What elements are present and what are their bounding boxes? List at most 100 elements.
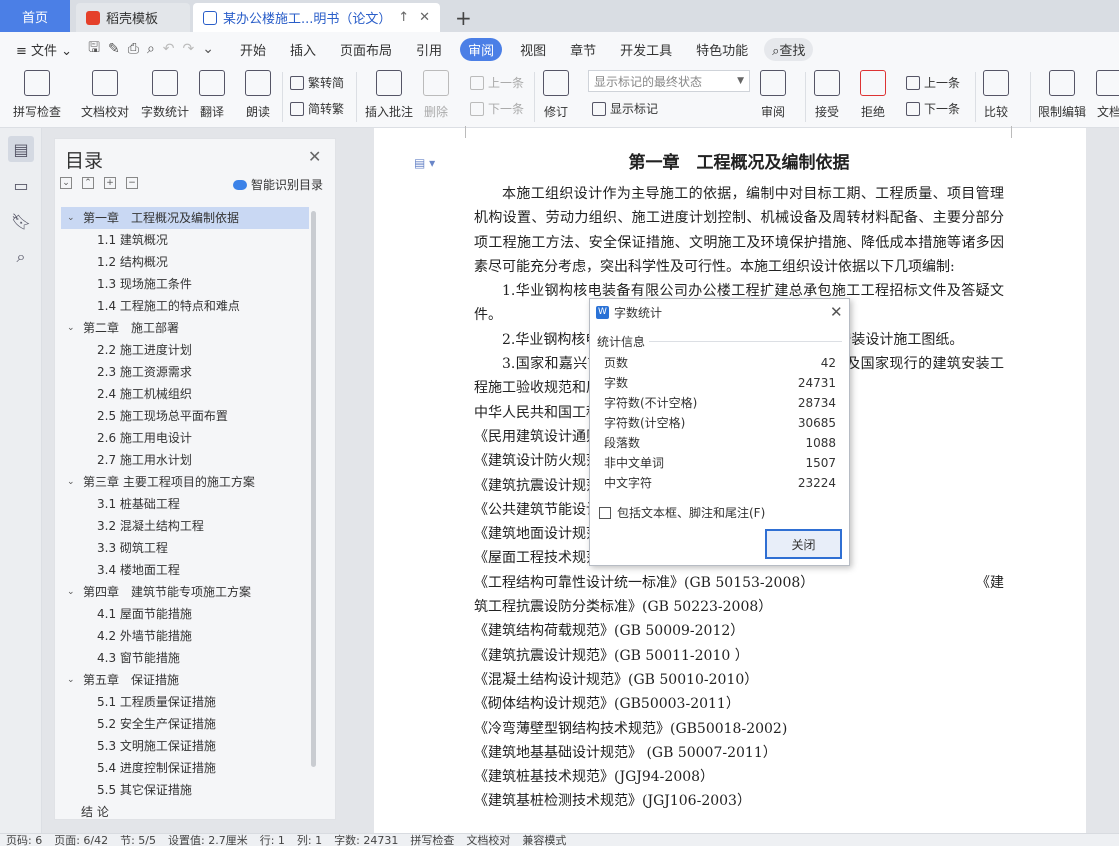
tab-close-icon[interactable]: ✕	[419, 10, 430, 25]
simp-to-trad-button[interactable]: 简转繁	[290, 100, 344, 117]
toc-section-item[interactable]: 4.1 屋面节能措施	[61, 603, 309, 625]
print-preview-icon[interactable]: ⌕	[143, 41, 159, 57]
toc-section-item[interactable]: 1.1 建筑概况	[61, 229, 309, 251]
undo-icon[interactable]: ↶	[159, 41, 179, 57]
toc-section-item[interactable]: 1.2 结构概况	[61, 251, 309, 273]
chevron-down-icon[interactable]: ⌄	[67, 669, 77, 691]
insert-comment-button[interactable]: 插入批注	[365, 70, 413, 120]
toc-section-item[interactable]: 2.5 施工现场总平面布置	[61, 405, 309, 427]
toc-panel-icon[interactable]: ▤	[8, 136, 34, 162]
include-textbox-checkbox[interactable]: 包括文本框、脚注和尾注(F)	[599, 504, 765, 521]
trad-to-simp-button[interactable]: 繁转简	[290, 74, 344, 91]
status-item[interactable]: 设置值: 2.7厘米	[162, 834, 254, 846]
toc-scrollbar[interactable]	[311, 211, 316, 767]
quick-access-dropdown-icon[interactable]: ⌄	[198, 41, 218, 57]
delete-comment-button[interactable]: 删除	[423, 70, 449, 120]
toc-section-item[interactable]: 2.7 施工用水计划	[61, 449, 309, 471]
menu-review[interactable]: 审阅	[460, 37, 503, 61]
restrict-edit-button[interactable]: 限制编辑	[1038, 70, 1086, 120]
chevron-down-icon[interactable]: ⌄	[67, 581, 77, 603]
expand-all-icon[interactable]: ⌃	[82, 177, 94, 189]
menu-view[interactable]: 视图	[508, 40, 558, 59]
toc-section-item[interactable]: 2.3 施工资源需求	[61, 361, 309, 383]
toc-section-item[interactable]: 5.3 文明施工保证措施	[61, 735, 309, 757]
toc-chapter-item[interactable]: ⌄ 第一章 工程概况及编制依据	[61, 207, 309, 229]
search-button[interactable]: ⌕查找	[764, 37, 814, 61]
doc-check-button[interactable]: 文档校对	[81, 70, 129, 120]
menu-layout[interactable]: 页面布局	[328, 40, 404, 59]
spell-check-button[interactable]: 拼写检查	[13, 70, 61, 120]
read-aloud-button[interactable]: 朗读	[245, 70, 271, 120]
accept-button[interactable]: 接受	[814, 70, 840, 120]
toc-section-item[interactable]: 5.2 安全生产保证措施	[61, 713, 309, 735]
status-item[interactable]: 列: 1	[291, 834, 328, 846]
print-icon[interactable]: ⎙	[124, 41, 143, 57]
word-count-button[interactable]: 字数统计	[141, 70, 189, 120]
collapse-all-icon[interactable]: ⌄	[60, 177, 72, 189]
chapter-nav-icon[interactable]: ▭	[8, 172, 34, 198]
toc-section-item[interactable]: 结 论	[61, 801, 309, 819]
status-item[interactable]: 节: 5/5	[114, 834, 162, 846]
toc-section-item[interactable]: 1.4 工程施工的特点和难点	[61, 295, 309, 317]
toc-section-item[interactable]: 5.1 工程质量保证措施	[61, 691, 309, 713]
save-icon[interactable]: 🖫	[84, 37, 104, 61]
file-menu[interactable]: ≡ 文件 ⌄	[0, 40, 84, 59]
toc-section-item[interactable]: 2.6 施工用电设计	[61, 427, 309, 449]
paragraph-menu-icon[interactable]: ▤ ▾	[414, 156, 435, 170]
toc-chapter-item[interactable]: ⌄ 第二章 施工部署	[61, 317, 309, 339]
redo-icon[interactable]: ↷	[179, 41, 199, 57]
next-change-button[interactable]: 下一条	[906, 100, 960, 117]
checkbox-box[interactable]	[599, 506, 611, 519]
tab-template[interactable]: 稻壳模板	[76, 3, 190, 32]
find-icon[interactable]: ⌕	[8, 244, 34, 270]
toc-chapter-item[interactable]: ⌄ 第五章 保证措施	[61, 669, 309, 691]
status-item[interactable]: 行: 1	[254, 834, 291, 846]
toc-section-item[interactable]: 5.4 进度控制保证措施	[61, 757, 309, 779]
reject-button[interactable]: 拒绝	[860, 70, 886, 120]
chevron-down-icon[interactable]: ⌄	[67, 207, 77, 229]
show-mark-button[interactable]: 显示标记	[592, 100, 658, 117]
chevron-down-icon[interactable]: ⌄	[67, 317, 77, 339]
status-item[interactable]: 页码: 6	[0, 834, 48, 846]
menu-reference[interactable]: 引用	[404, 40, 454, 59]
close-icon[interactable]: ✕	[308, 147, 321, 166]
tab-home[interactable]: 首页	[0, 0, 70, 32]
status-item[interactable]: 页面: 6/42	[48, 834, 114, 846]
compare-button[interactable]: 比较	[983, 70, 1009, 120]
toc-section-item[interactable]: 4.2 外墙节能措施	[61, 625, 309, 647]
bookmark-icon[interactable]: 🔖︎	[8, 208, 34, 234]
close-icon[interactable]: ✕	[830, 303, 843, 321]
menu-chapter[interactable]: 章节	[558, 40, 608, 59]
menu-dev-tools[interactable]: 开发工具	[608, 40, 684, 59]
add-heading-icon[interactable]: +	[104, 177, 116, 189]
next-comment-button[interactable]: 下一条	[470, 100, 524, 117]
review-pane-button[interactable]: 审阅	[760, 70, 786, 120]
chevron-down-icon[interactable]: ⌄	[67, 471, 77, 493]
dialog-title-bar[interactable]: W 字数统计	[590, 299, 849, 325]
toc-section-item[interactable]: 4.3 窗节能措施	[61, 647, 309, 669]
status-item[interactable]: 拼写检查	[404, 834, 460, 846]
tab-document[interactable]: 某办公楼施工...明书（论文） ↑ ✕	[193, 3, 440, 32]
toc-chapter-item[interactable]: ⌄ 第四章 建筑节能专项施工方案	[61, 581, 309, 603]
status-item[interactable]: 文档校对	[460, 834, 516, 846]
tab-pin-icon[interactable]: ↑	[398, 10, 409, 25]
remove-heading-icon[interactable]: −	[126, 177, 138, 189]
menu-start[interactable]: 开始	[228, 40, 278, 59]
mark-state-select[interactable]: 显示标记的最终状态 ▼	[588, 70, 750, 92]
toc-section-item[interactable]: 1.3 现场施工条件	[61, 273, 309, 295]
prev-change-button[interactable]: 上一条	[906, 74, 960, 91]
prev-comment-button[interactable]: 上一条	[470, 74, 524, 91]
menu-insert[interactable]: 插入	[278, 40, 328, 59]
toc-section-item[interactable]: 2.4 施工机械组织	[61, 383, 309, 405]
revise-button[interactable]: 修订	[543, 70, 569, 120]
close-button[interactable]: 关闭	[765, 529, 842, 559]
toc-section-item[interactable]: 3.2 混凝土结构工程	[61, 515, 309, 537]
toc-section-item[interactable]: 2.2 施工进度计划	[61, 339, 309, 361]
doc-permission-button[interactable]: 文档	[1096, 70, 1119, 120]
format-painter-icon[interactable]: ✎	[104, 41, 124, 57]
toc-section-item[interactable]: 3.3 砌筑工程	[61, 537, 309, 559]
toc-section-item[interactable]: 3.1 桩基础工程	[61, 493, 309, 515]
toc-section-item[interactable]: 5.5 其它保证措施	[61, 779, 309, 801]
toc-section-item[interactable]: 3.4 楼地面工程	[61, 559, 309, 581]
translate-button[interactable]: 翻译	[199, 70, 225, 120]
